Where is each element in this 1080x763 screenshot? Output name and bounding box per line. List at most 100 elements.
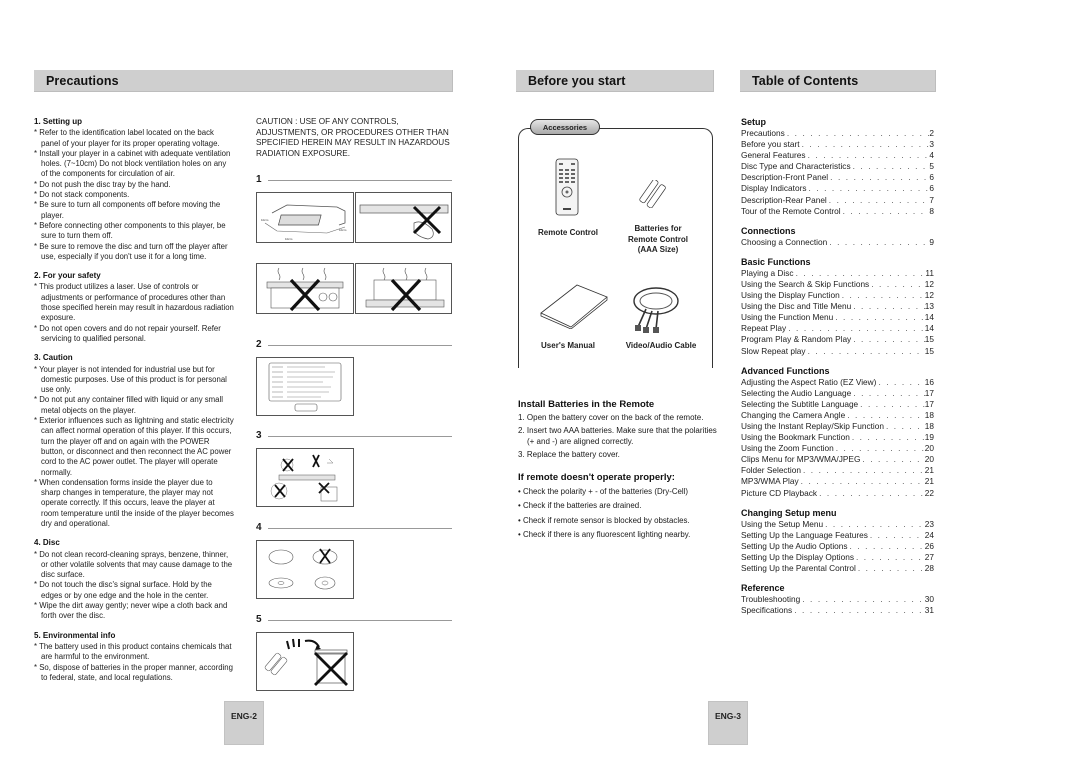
precaution-item: * Wipe the dirt away gently; never wipe … <box>34 601 228 621</box>
remote-check-item: • Check if there is any fluorescent ligh… <box>518 530 691 540</box>
precaution-item: * Be sure to remove the disc and turn of… <box>34 241 228 261</box>
toc-entry-label: Troubleshooting <box>741 594 801 605</box>
toc-entry-label: Disc Type and Characteristics <box>741 161 851 172</box>
toc-leader-dots <box>801 465 925 476</box>
toc-entry[interactable]: Description-Rear Panel 7 <box>741 195 934 206</box>
toc-header: Table of Contents <box>740 70 936 92</box>
toc-leader-dots <box>827 195 930 206</box>
toc-entry[interactable]: Picture CD Playback 22 <box>741 488 934 499</box>
toc-entry-page: 5 <box>929 161 934 172</box>
remote-check-item: • Check if the batteries are drained. <box>518 501 642 511</box>
toc-entry-page: 18 <box>924 420 934 431</box>
toc-entry[interactable]: Using the Zoom Function 20 <box>741 443 934 454</box>
toc-entry[interactable]: Setting Up the Parental Control 28 <box>741 563 934 574</box>
toc-entry[interactable]: Using the Disc and Title Menu 13 <box>741 301 934 312</box>
remote-check-item: • Check the polarity + - of the batterie… <box>518 487 689 497</box>
warning-label-icon <box>268 362 342 412</box>
toc-entry[interactable]: Tour of the Remote Control 8 <box>741 206 934 217</box>
toc-entry-label: Setting Up the Parental Control <box>741 563 856 573</box>
toc-entry[interactable]: Precautions 2 <box>741 128 934 139</box>
toc-leader-dots <box>799 476 925 487</box>
page-number: ENG-3 <box>715 711 741 721</box>
toc-leader-dots <box>834 443 925 454</box>
toc-entry-label: Playing a Disc <box>741 267 794 278</box>
toc-entry-page: 17 <box>924 387 934 398</box>
toc-entry-page: 12 <box>924 278 934 289</box>
toc-entry[interactable]: Using the Bookmark Function 19 <box>741 432 934 443</box>
toc-leader-dots <box>786 323 925 334</box>
precaution-item: * Before connecting other components to … <box>34 220 226 241</box>
caution-statement: CAUTION : USE OF ANY CONTROLS, ADJUSTMEN… <box>256 117 450 158</box>
toc-entry[interactable]: MP3/WMA Play 21 <box>741 476 934 487</box>
toc-entry-label: Using the Zoom Function <box>741 443 834 454</box>
toc-entry-label: Repeat Play <box>741 323 787 334</box>
toc-entry-page: 7 <box>929 194 934 205</box>
toc-entry[interactable]: Using the Setup Menu 23 <box>741 519 934 530</box>
toc-entry[interactable]: Specifications 31 <box>741 605 934 616</box>
toc-entry[interactable]: Using the Function Menu 14 <box>741 312 934 323</box>
step-4-divider: 4 <box>256 522 452 533</box>
toc-entry[interactable]: Using the Search & Skip Functions 12 <box>741 279 934 290</box>
step-number: 3 <box>256 430 262 441</box>
toc-entry-label: Using the Disc and Title Menu <box>741 301 852 312</box>
toc-leader-dots <box>792 605 925 616</box>
toc-entry-label: Selecting the Subtitle Language <box>741 398 859 409</box>
toc-entry[interactable]: Changing the Camera Angle 18 <box>741 410 934 421</box>
toc-leader-dots <box>823 519 925 530</box>
toc-entry-page: 2 <box>929 128 934 138</box>
table-of-contents: SetupPrecautions2Before you start3Genera… <box>741 117 934 625</box>
toc-entry[interactable]: Selecting the Audio Language 17 <box>741 388 934 399</box>
toc-leader-dots <box>868 530 925 541</box>
toc-entry[interactable]: Description-Front Panel 6 <box>741 172 934 183</box>
toc-entry[interactable]: General Features 4 <box>741 150 934 161</box>
toc-entry[interactable]: Using the Display Function 12 <box>741 290 934 301</box>
toc-entry-label: Using the Search & Skip Functions <box>741 278 870 289</box>
accessories-label: Accessories <box>542 123 588 132</box>
toc-entry[interactable]: Slow Repeat play 15 <box>741 346 934 357</box>
svg-text:10cm: 10cm <box>339 228 347 232</box>
users-manual-icon <box>540 284 608 329</box>
toc-leader-dots <box>785 128 930 139</box>
stack-prohibited-icon <box>266 267 344 312</box>
install-step: 3. Replace the battery cover. <box>518 449 620 459</box>
toc-entry[interactable]: Program Play & Random Play 15 <box>741 334 934 345</box>
toc-entry[interactable]: Display Indicators 6 <box>741 183 934 194</box>
precaution-section-title: 5. Environmental info <box>34 630 116 640</box>
toc-leader-dots <box>884 421 925 432</box>
toc-entry[interactable]: Playing a Disc 11 <box>741 268 934 279</box>
toc-entry[interactable]: Before you start 3 <box>741 139 934 150</box>
toc-entry[interactable]: Setting Up the Language Features 24 <box>741 530 934 541</box>
toc-group: Advanced Functions Adjusting the Aspect R… <box>741 366 934 499</box>
toc-entry-label: Using the Display Function <box>741 290 840 301</box>
toc-title: Table of Contents <box>752 74 859 88</box>
step-2-divider: 2 <box>256 339 452 350</box>
toc-entry-page: 20 <box>924 454 934 465</box>
toc-entry[interactable]: Troubleshooting 30 <box>741 594 934 605</box>
toc-entry[interactable]: Setting Up the Display Options 27 <box>741 552 934 563</box>
install-batteries-section: Install Batteries in the Remote 1. Open … <box>518 399 718 544</box>
toc-leader-dots <box>828 172 929 183</box>
toc-group-title: Advanced Functions <box>741 365 830 376</box>
svg-text:10cm: 10cm <box>285 237 293 241</box>
toc-entry[interactable]: Setting Up the Audio Options 26 <box>741 541 934 552</box>
precaution-section: 3. Caution * Your player is not intended … <box>34 353 234 529</box>
toc-entry[interactable]: Clips Menu for MP3/WMA/JPEG 20 <box>741 454 934 465</box>
batteries-icon <box>639 180 666 208</box>
toc-leader-dots <box>827 237 929 248</box>
toc-entry-label: Folder Selection <box>741 465 801 476</box>
toc-entry[interactable]: Choosing a Connection 9 <box>741 237 934 248</box>
before-start-title: Before you start <box>528 74 626 88</box>
toc-entry-page: 13 <box>924 301 934 312</box>
toc-entry[interactable]: Repeat Play 14 <box>741 323 934 334</box>
toc-entry[interactable]: Selecting the Subtitle Language 17 <box>741 399 934 410</box>
precaution-item: * Do not put any container filled with l… <box>34 395 223 415</box>
toc-group-title: Changing Setup menu <box>741 507 837 518</box>
toc-entry[interactable]: Adjusting the Aspect Ratio (EZ View) 16 <box>741 377 934 388</box>
toc-group: ConnectionsChoosing a Connection 9 <box>741 226 934 248</box>
toc-entry[interactable]: Folder Selection 21 <box>741 465 934 476</box>
toc-entry-label: Description-Rear Panel <box>741 194 827 205</box>
toc-entry[interactable]: Disc Type and Characteristics 5 <box>741 161 934 172</box>
toc-entry-page: 15 <box>924 345 934 356</box>
toc-entry-page: 14 <box>924 312 934 323</box>
toc-entry[interactable]: Using the Instant Replay/Skip Function 18 <box>741 421 934 432</box>
